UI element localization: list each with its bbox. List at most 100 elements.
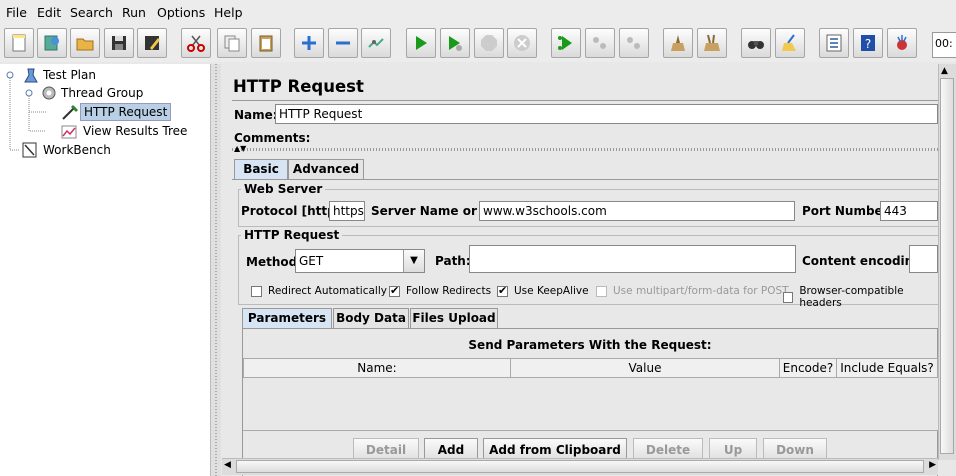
cut-icon — [187, 35, 205, 52]
method-select[interactable]: GET ▼ — [295, 249, 425, 273]
sampler-icon — [62, 105, 78, 120]
save-as-icon — [145, 36, 160, 50]
tab-basic[interactable]: Basic — [234, 159, 288, 179]
help-button[interactable]: ? — [853, 28, 883, 58]
path-input[interactable] — [469, 245, 796, 273]
remote-stop-icon — [593, 37, 606, 49]
tree-item-thread-group[interactable]: Thread Group — [40, 84, 146, 102]
menu-options[interactable]: Options — [157, 5, 205, 20]
vertical-scrollbar[interactable]: ▲ — [938, 64, 956, 460]
stop-button[interactable] — [474, 28, 504, 58]
tab-body-data[interactable]: Body Data — [333, 308, 409, 328]
browser-compatible-headers-checkbox[interactable]: Browser-compatible headers — [783, 285, 938, 309]
save-button[interactable] — [104, 28, 134, 58]
method-value: GET — [299, 254, 324, 268]
column-value[interactable]: Value — [510, 358, 780, 378]
open-button[interactable] — [70, 28, 100, 58]
port-number-input[interactable]: 443 — [880, 201, 938, 221]
method-label: Method: — [246, 255, 302, 269]
checkbox-box — [596, 285, 607, 297]
collapse-button[interactable] — [328, 28, 358, 58]
start-button[interactable] — [406, 28, 436, 58]
copy-button[interactable] — [217, 28, 247, 58]
parameters-table-body[interactable] — [243, 378, 938, 431]
toggle-icon — [368, 38, 384, 48]
help-icon: ? — [861, 35, 875, 51]
tree-item-workbench[interactable]: WorkBench — [20, 141, 114, 159]
menu-help[interactable]: Help — [214, 5, 243, 20]
menu-file[interactable]: File — [6, 5, 27, 20]
search-button[interactable] — [741, 28, 771, 58]
split-pane-divider[interactable] — [211, 64, 221, 476]
function-helper-icon — [826, 34, 842, 52]
remote-start-button[interactable] — [551, 28, 581, 58]
horizontal-scrollbar[interactable]: ◀ ▶ — [222, 458, 938, 475]
protocol-input[interactable]: https — [329, 201, 365, 221]
collapse-arrows-icon[interactable]: ▲▼ — [234, 144, 246, 153]
listener-icon — [61, 125, 77, 139]
redirect-automatically-checkbox[interactable]: Redirect Automatically — [251, 285, 387, 297]
tree-item-view-results-tree[interactable]: View Results Tree — [60, 122, 190, 140]
menu-search[interactable]: Search — [70, 5, 113, 20]
server-name-input[interactable]: www.w3schools.com — [479, 201, 795, 221]
tree-item-label: WorkBench — [43, 143, 111, 157]
cut-button[interactable] — [181, 28, 211, 58]
clear-button[interactable] — [663, 28, 693, 58]
paste-button[interactable] — [251, 28, 281, 58]
tab-parameters[interactable]: Parameters — [242, 308, 332, 328]
remote-shutdown-icon — [627, 37, 640, 49]
scroll-right-icon[interactable]: ▶ — [929, 460, 936, 470]
tree-item-label: HTTP Request — [80, 103, 172, 121]
function-helper-button[interactable] — [819, 28, 849, 58]
menu-edit[interactable]: Edit — [37, 5, 61, 20]
expand-button[interactable] — [294, 28, 324, 58]
comments-divider[interactable] — [232, 148, 938, 151]
column-encode[interactable]: Encode? — [779, 358, 837, 378]
shutdown-icon — [514, 35, 530, 51]
toggle-button[interactable] — [361, 28, 391, 58]
column-name[interactable]: Name: — [243, 358, 511, 378]
reset-search-button[interactable] — [775, 28, 805, 58]
search-icon — [748, 41, 764, 49]
tree-item-http-request[interactable]: HTTP Request — [60, 103, 172, 121]
thread-group-icon — [42, 86, 56, 100]
chevron-down-icon[interactable]: ▼ — [403, 250, 424, 272]
log-viewer-button[interactable] — [887, 28, 917, 58]
tree-item-label: Thread Group — [61, 86, 144, 100]
templates-button[interactable] — [37, 28, 67, 58]
svg-text:?: ? — [865, 37, 871, 51]
horizontal-scroll-thumb[interactable] — [236, 460, 924, 473]
start-no-pause-button[interactable] — [440, 28, 470, 58]
clear-all-button[interactable] — [697, 28, 727, 58]
tab-files-upload[interactable]: Files Upload — [410, 308, 498, 328]
name-input[interactable]: HTTP Request — [275, 104, 938, 124]
vertical-scroll-thumb[interactable] — [940, 78, 954, 454]
tree-item-test-plan[interactable]: Test Plan — [22, 66, 99, 84]
shutdown-button[interactable] — [507, 28, 537, 58]
scroll-up-icon[interactable]: ▲ — [941, 66, 948, 76]
start-icon — [416, 36, 427, 50]
follow-redirects-checkbox[interactable]: Follow Redirects — [389, 284, 492, 297]
remote-start-icon — [558, 36, 572, 50]
scroll-left-icon[interactable]: ◀ — [224, 460, 231, 470]
parameters-table: Name: Value Encode? Include Equals? — [243, 358, 938, 378]
remote-shutdown-button[interactable] — [619, 28, 649, 58]
tab-divider — [232, 179, 938, 180]
column-include-equals[interactable]: Include Equals? — [836, 358, 938, 378]
remote-stop-button[interactable] — [585, 28, 615, 58]
start-no-pause-icon — [449, 36, 462, 51]
http-request-panel: HTTP Request Name: HTTP Request Comments… — [222, 64, 938, 476]
menu-run[interactable]: Run — [122, 5, 146, 20]
checkbox-label: Browser-compatible headers — [799, 285, 904, 309]
checkbox-label: Follow Redirects — [406, 285, 492, 297]
new-button[interactable] — [4, 28, 34, 58]
content-encoding-label: Content encoding: — [802, 254, 927, 268]
save-as-button[interactable] — [137, 28, 167, 58]
multipart-form-data-checkbox[interactable]: Use multipart/form-data for POST — [596, 285, 789, 297]
content-encoding-input[interactable] — [909, 245, 938, 273]
paste-icon — [259, 35, 273, 52]
expand-icon — [302, 36, 316, 50]
tab-advanced[interactable]: Advanced — [288, 159, 364, 179]
menu-bar: File Edit Search Run Options Help — [0, 0, 956, 24]
use-keepalive-checkbox[interactable]: Use KeepAlive — [497, 284, 589, 297]
